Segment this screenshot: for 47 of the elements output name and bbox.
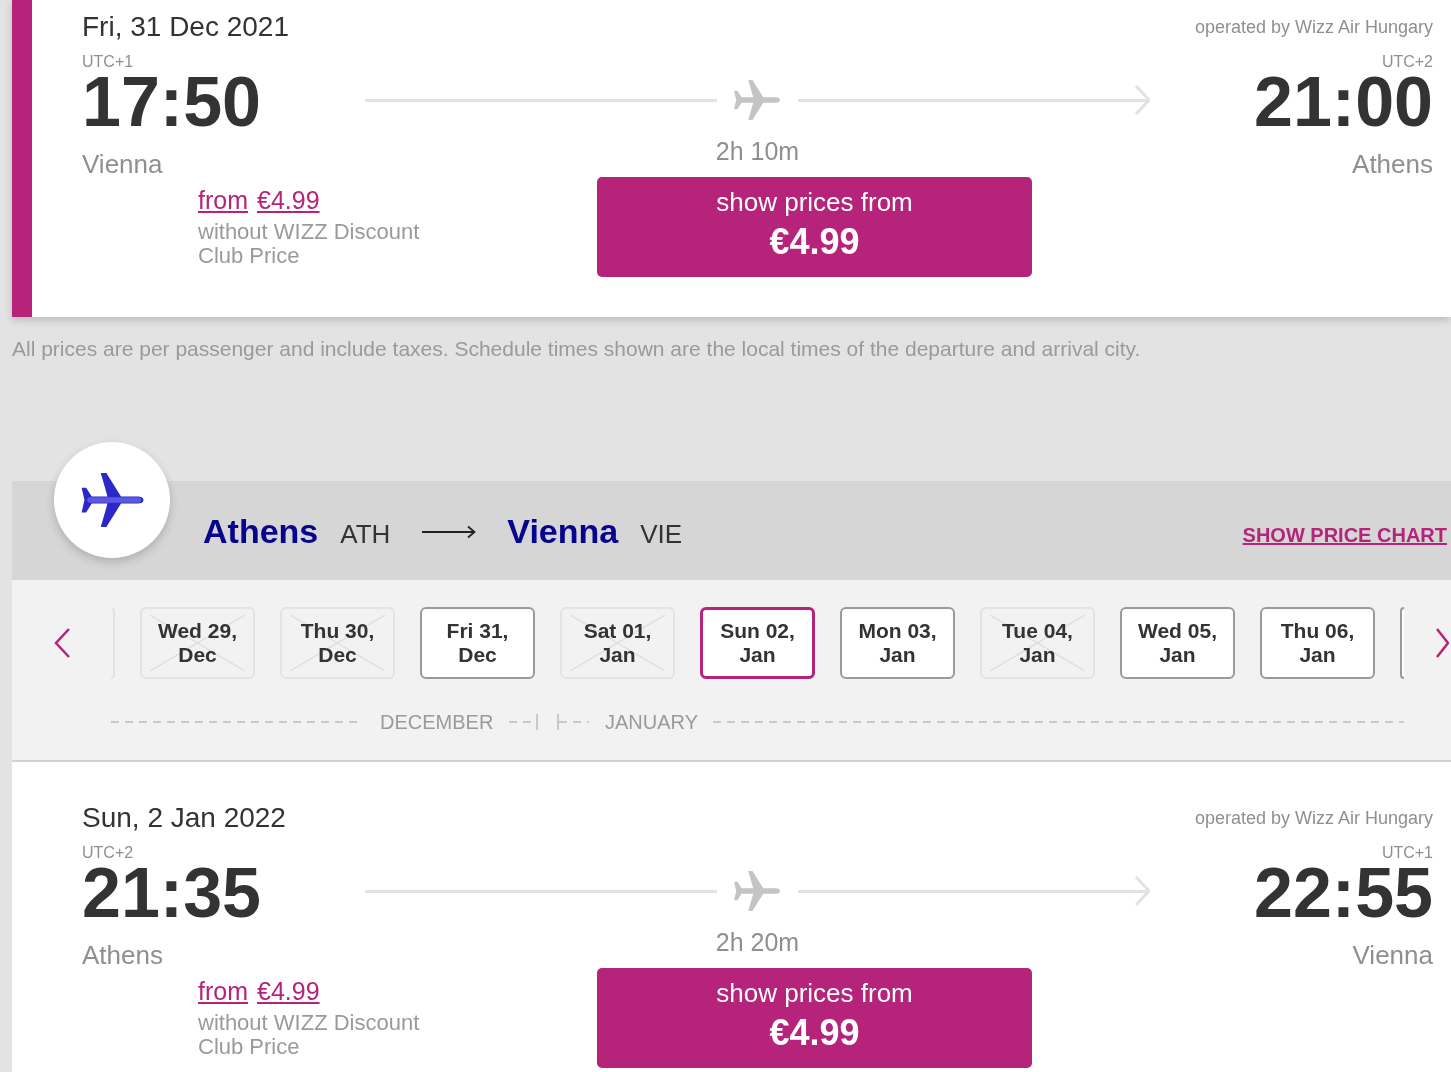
destination-code: VIE bbox=[640, 518, 683, 549]
departure-time: 17:50 bbox=[82, 71, 262, 133]
operator-text: operated by Wizz Air Hungary bbox=[1194, 16, 1433, 38]
price-chart-link[interactable]: SHOW PRICE CHART bbox=[1242, 522, 1447, 547]
destination-city: Vienna bbox=[507, 510, 619, 551]
flight-duration: 2h 20m bbox=[715, 927, 800, 957]
flight-date: Sun, 2 Jan 2022 bbox=[82, 802, 286, 834]
flight-date: Fri, 31 Dec 2021 bbox=[82, 11, 289, 43]
operator-text: operated by Wizz Air Hungary bbox=[1194, 807, 1433, 829]
from-link[interactable]: from bbox=[198, 977, 248, 1005]
arrival-city: Athens bbox=[1352, 151, 1433, 177]
arrival-time: 22:55 bbox=[1253, 862, 1433, 924]
timezone-label: UTC+2 bbox=[1381, 53, 1433, 71]
date-tile[interactable]: Thu 06, Jan bbox=[1260, 607, 1375, 679]
airplane-icon bbox=[734, 871, 780, 911]
date-tile[interactable]: Sun 02, Jan bbox=[700, 607, 815, 679]
price-disclaimer: All prices are per passenger and include taxes. Schedule times shown are the local times of the departure and arrival city. bbox=[12, 337, 1142, 361]
month-label: JANUARY bbox=[605, 710, 698, 734]
timezone-label: UTC+1 bbox=[1381, 844, 1433, 862]
flight-duration: 2h 10m bbox=[715, 136, 800, 166]
origin-city: Athens bbox=[203, 510, 319, 551]
airplane-icon bbox=[734, 80, 780, 120]
previous-dates-button[interactable] bbox=[52, 627, 71, 659]
chevron-right-icon bbox=[1435, 627, 1449, 659]
price-link[interactable]: €4.99 bbox=[257, 186, 320, 214]
date-tile[interactable]: Mon 03, Jan bbox=[840, 607, 955, 679]
month-label: DECEMBER bbox=[380, 710, 494, 734]
arrival-time: 21:00 bbox=[1253, 71, 1433, 133]
show-prices-button[interactable]: show prices from €4.99 bbox=[597, 177, 1032, 277]
price-link[interactable]: €4.99 bbox=[257, 977, 320, 1005]
show-prices-button[interactable]: show prices from €4.99 bbox=[597, 968, 1032, 1068]
origin-code: ATH bbox=[340, 518, 391, 549]
departure-city: Athens bbox=[82, 942, 163, 968]
date-tile[interactable]: Wed 05, Jan bbox=[1120, 607, 1235, 679]
timezone-label: UTC+1 bbox=[82, 53, 134, 71]
price-note: without WIZZ Discount Club Price bbox=[198, 220, 421, 268]
next-dates-button[interactable] bbox=[1435, 627, 1449, 659]
price-note: without WIZZ Discount Club Price bbox=[198, 1011, 421, 1059]
arrival-city: Vienna bbox=[1352, 942, 1433, 968]
airplane-badge-icon bbox=[54, 442, 170, 558]
departure-time: 21:35 bbox=[82, 862, 262, 924]
timezone-label: UTC+2 bbox=[82, 844, 134, 862]
from-link[interactable]: from bbox=[198, 186, 248, 214]
arrow-icon bbox=[422, 524, 477, 539]
chevron-left-icon bbox=[52, 627, 71, 659]
date-tile[interactable]: Fri 31, Dec bbox=[420, 607, 535, 679]
departure-city: Vienna bbox=[82, 151, 163, 177]
